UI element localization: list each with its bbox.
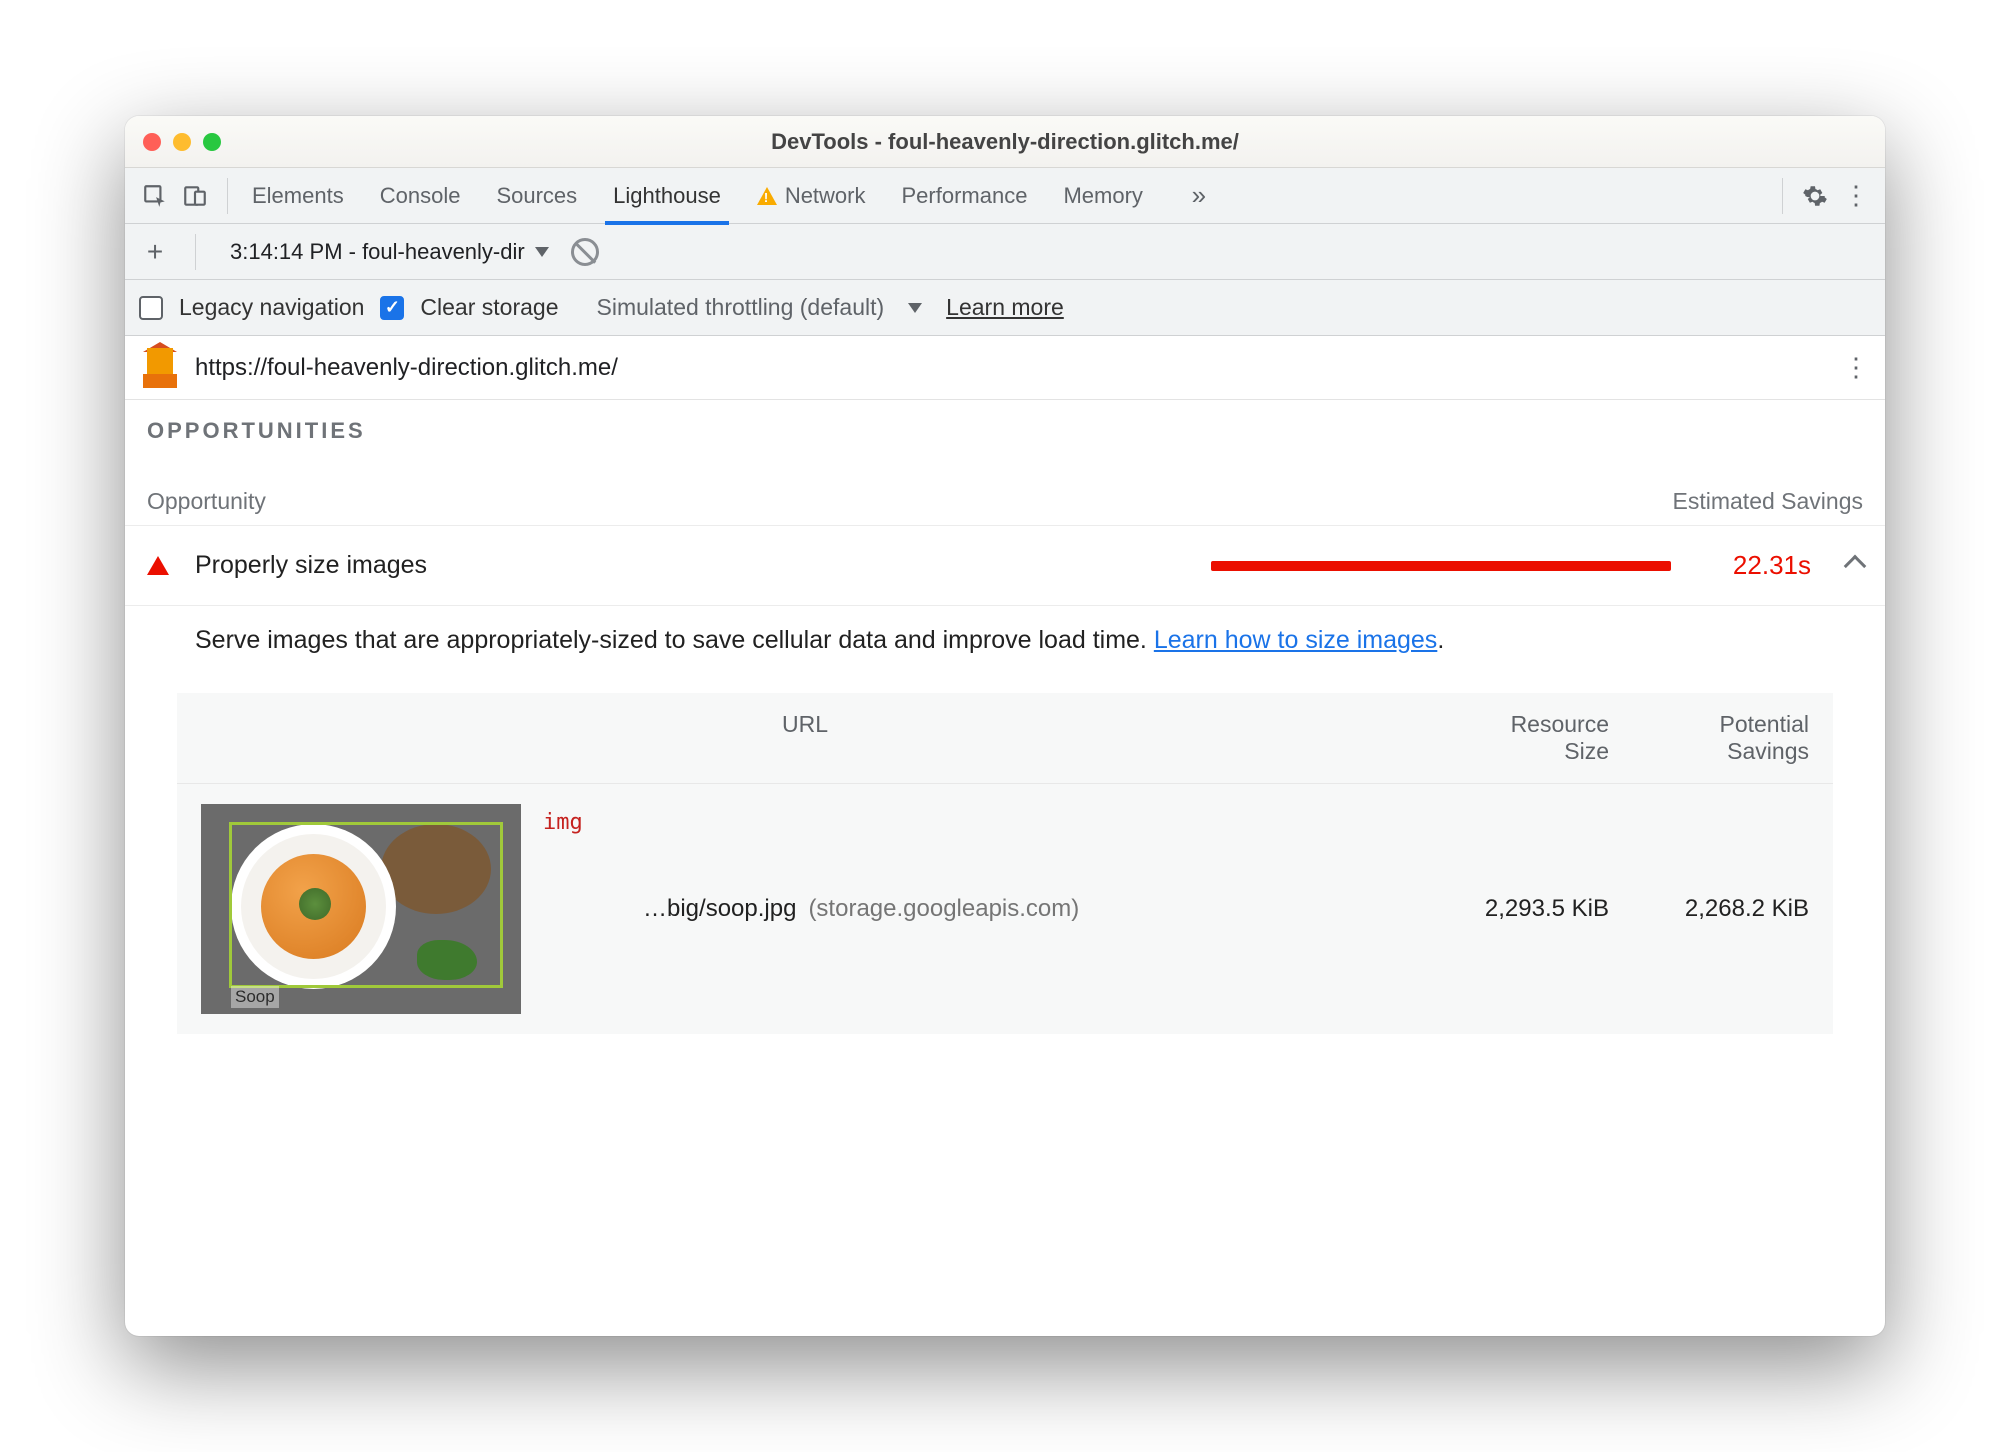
inspect-element-icon[interactable] <box>135 176 175 216</box>
section-title: OPPORTUNITIES <box>125 418 1885 458</box>
close-window-button[interactable] <box>143 133 161 151</box>
element-tag: img <box>543 810 633 835</box>
table-row[interactable]: Soop img …big/soop.jpg (storage.googleap… <box>177 783 1833 1034</box>
clear-icon[interactable] <box>571 238 599 266</box>
chevron-up-icon <box>1844 554 1867 577</box>
tab-network[interactable]: Network <box>757 168 866 224</box>
report-url: https://foul-heavenly-direction.glitch.m… <box>195 354 618 382</box>
opportunity-headers: Opportunity Estimated Savings <box>125 458 1885 525</box>
report-menu-icon[interactable]: ⋮ <box>1843 352 1867 383</box>
learn-more-link[interactable]: Learn more <box>946 294 1064 321</box>
kebab-menu-icon[interactable]: ⋮ <box>1835 176 1875 216</box>
col-resource-size: Resource Size <box>1409 711 1609 765</box>
savings-value: 22.31s <box>1691 550 1811 581</box>
table-header: URL Resource Size Potential Savings <box>177 693 1833 783</box>
divider <box>1782 178 1783 214</box>
tab-lighthouse[interactable]: Lighthouse <box>613 168 721 224</box>
savings-bar <box>1211 561 1671 571</box>
divider <box>195 234 196 270</box>
clear-storage-label: Clear storage <box>420 294 558 321</box>
lighthouse-icon <box>143 348 177 388</box>
opportunity-label: Properly size images <box>195 551 427 580</box>
lighthouse-runbar: + 3:14:14 PM - foul-heavenly-dir <box>125 224 1885 280</box>
report-dropdown[interactable]: 3:14:14 PM - foul-heavenly-dir <box>220 239 559 265</box>
tab-memory[interactable]: Memory <box>1063 168 1142 224</box>
legacy-nav-checkbox[interactable] <box>139 296 163 320</box>
warning-icon <box>757 187 777 205</box>
learn-size-images-link[interactable]: Learn how to size images <box>1154 626 1437 654</box>
maximize-window-button[interactable] <box>203 133 221 151</box>
clear-storage-checkbox[interactable] <box>380 296 404 320</box>
traffic-lights <box>143 133 221 151</box>
lighthouse-settingsbar: Legacy navigation Clear storage Simulate… <box>125 280 1885 336</box>
col-opportunity: Opportunity <box>147 488 1673 515</box>
minimize-window-button[interactable] <box>173 133 191 151</box>
col-potential-savings: Potential Savings <box>1609 711 1809 765</box>
tab-console[interactable]: Console <box>380 168 461 224</box>
report-content: OPPORTUNITIES Opportunity Estimated Savi… <box>125 400 1885 1336</box>
more-tabs-icon[interactable]: » <box>1179 176 1219 216</box>
legacy-nav-label: Legacy navigation <box>179 294 364 321</box>
opportunity-table: URL Resource Size Potential Savings Soop <box>177 693 1833 1034</box>
throttling-label: Simulated throttling (default) <box>597 294 885 321</box>
col-url: URL <box>201 711 1409 765</box>
opportunity-description: Serve images that are appropriately-size… <box>125 606 1885 675</box>
potential-savings-value: 2,268.2 KiB <box>1609 895 1809 923</box>
fail-triangle-icon <box>147 556 169 575</box>
tab-performance[interactable]: Performance <box>902 168 1028 224</box>
mac-titlebar: DevTools - foul-heavenly-direction.glitc… <box>125 116 1885 168</box>
settings-gear-icon[interactable] <box>1795 176 1835 216</box>
resource-thumbnail: Soop <box>201 804 521 1014</box>
report-url-row: https://foul-heavenly-direction.glitch.m… <box>125 336 1885 400</box>
caret-down-icon <box>535 247 549 257</box>
divider <box>227 178 228 214</box>
col-est-savings: Estimated Savings <box>1673 488 1863 515</box>
tab-sources[interactable]: Sources <box>496 168 577 224</box>
panel-tabs: Elements Console Sources Lighthouse Netw… <box>252 168 1219 224</box>
caret-down-icon[interactable] <box>908 303 922 313</box>
resource-url: …big/soop.jpg (storage.googleapis.com) <box>633 895 1409 923</box>
window-title: DevTools - foul-heavenly-direction.glitc… <box>125 129 1885 155</box>
device-toggle-icon[interactable] <box>175 176 215 216</box>
devtools-window: DevTools - foul-heavenly-direction.glitc… <box>125 116 1885 1336</box>
thumb-caption: Soop <box>231 986 279 1008</box>
report-dropdown-label: 3:14:14 PM - foul-heavenly-dir <box>230 239 525 265</box>
tab-elements[interactable]: Elements <box>252 168 344 224</box>
resource-size-value: 2,293.5 KiB <box>1409 895 1609 923</box>
opportunity-row[interactable]: Properly size images 22.31s <box>125 525 1885 606</box>
new-report-button[interactable]: + <box>139 236 171 268</box>
devtools-tabstrip: Elements Console Sources Lighthouse Netw… <box>125 168 1885 224</box>
